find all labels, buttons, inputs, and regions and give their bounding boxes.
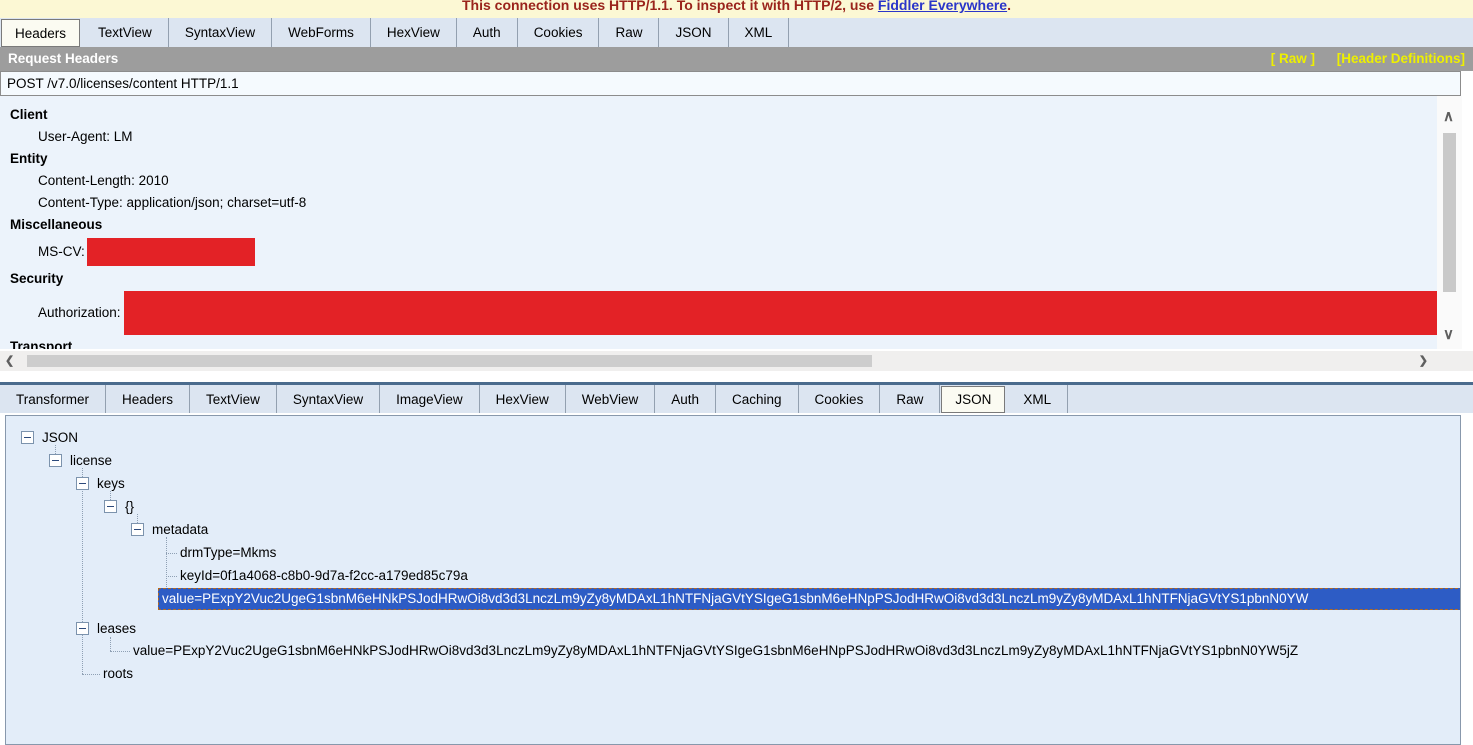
response-tab-xml[interactable]: XML [1007, 385, 1068, 413]
collapse-icon[interactable] [76, 622, 89, 635]
header-section-transport: Transport [0, 336, 1437, 349]
request-headers-title: Request Headers [8, 51, 118, 66]
tree-node-roots[interactable]: roots [103, 663, 133, 685]
request-line[interactable]: POST /v7.0/licenses/content HTTP/1.1 [0, 71, 1461, 96]
collapse-icon[interactable] [76, 477, 89, 490]
request-headers-titlebar: Request Headers [ Raw ] [Header Definiti… [0, 47, 1473, 71]
response-tab-transformer[interactable]: Transformer [0, 385, 106, 413]
vertical-scrollbar-thumb[interactable] [1443, 133, 1456, 292]
tree-connector-line [82, 468, 83, 477]
scroll-up-icon[interactable]: ∧ [1443, 110, 1454, 124]
request-headers-list: Client User-Agent: LM Entity Content-Len… [0, 96, 1437, 349]
notice-text-suffix: . [1007, 0, 1011, 13]
request-tab-hexview[interactable]: HexView [371, 18, 457, 47]
tree-node-metadata[interactable]: metadata [152, 519, 208, 541]
tree-connector-stub [110, 651, 130, 652]
collapse-icon[interactable] [49, 454, 62, 467]
request-tab-syntaxview[interactable]: SyntaxView [169, 18, 272, 47]
notice-text: This connection uses HTTP/1.1. To inspec… [462, 0, 878, 13]
response-tab-syntaxview[interactable]: SyntaxView [277, 385, 380, 413]
response-tab-hexview[interactable]: HexView [480, 385, 566, 413]
header-section-entity: Entity [0, 148, 1437, 170]
tree-node-drmtype[interactable]: drmType=Mkms [180, 542, 276, 564]
tree-node-lease-value[interactable]: value=PExpY2Vuc2UgeG1sbnM6eHNkPSJodHRwOi… [133, 640, 1298, 662]
response-tab-json[interactable]: JSON [941, 386, 1005, 413]
header-definitions-link[interactable]: [Header Definitions] [1337, 51, 1465, 66]
tree-connector-line [110, 491, 111, 500]
request-tab-cookies[interactable]: Cookies [518, 18, 600, 47]
request-tab-json[interactable]: JSON [659, 18, 728, 47]
tree-node-object[interactable]: {} [125, 496, 134, 518]
ms-cv-label: MS-CV: [38, 241, 85, 263]
header-item-user-agent: User-Agent: LM [0, 126, 1437, 148]
response-inspector-tabbar: Transformer Headers TextView SyntaxView … [0, 382, 1473, 413]
json-tree-panel: JSON license keys {} metadata drmType=Mk… [5, 415, 1461, 745]
response-tab-imageview[interactable]: ImageView [380, 385, 480, 413]
header-item-content-type: Content-Type: application/json; charset=… [0, 192, 1437, 214]
request-tab-textview[interactable]: TextView [82, 18, 169, 47]
header-item-ms-cv: MS-CV: [0, 236, 1437, 268]
response-tab-auth[interactable]: Auth [655, 385, 716, 413]
tree-connector-line [137, 514, 138, 523]
redacted-authorization-value [124, 291, 1437, 335]
header-section-security: Security [0, 268, 1437, 290]
collapse-icon[interactable] [104, 500, 117, 513]
tree-node-key-value-selected[interactable]: value=PExpY2Vuc2UgeG1sbnM6eHNkPSJodHRwOi… [158, 588, 1461, 610]
tree-connector-line [82, 491, 83, 674]
header-item-content-length: Content-Length: 2010 [0, 170, 1437, 192]
tree-connector-stub [166, 576, 177, 577]
tree-node-leases[interactable]: leases [97, 618, 136, 640]
tree-connector-line [110, 637, 111, 651]
response-tab-textview[interactable]: TextView [190, 385, 277, 413]
response-tab-raw[interactable]: Raw [880, 385, 940, 413]
response-tab-cookies[interactable]: Cookies [799, 385, 881, 413]
fiddler-everywhere-link[interactable]: Fiddler Everywhere [878, 0, 1007, 13]
tree-node-keyid[interactable]: keyId=0f1a4068-c8b0-9d7a-f2cc-a179ed85c7… [180, 565, 468, 587]
request-tab-raw[interactable]: Raw [599, 18, 659, 47]
request-tab-webforms[interactable]: WebForms [272, 18, 371, 47]
horizontal-scrollbar-thumb[interactable] [27, 355, 872, 367]
request-tab-headers[interactable]: Headers [1, 19, 80, 47]
raw-link[interactable]: [ Raw ] [1271, 51, 1315, 66]
collapse-icon[interactable] [131, 523, 144, 536]
request-tab-auth[interactable]: Auth [457, 18, 518, 47]
response-tab-headers[interactable]: Headers [106, 385, 190, 413]
tree-node-json[interactable]: JSON [42, 427, 78, 449]
response-tab-caching[interactable]: Caching [716, 385, 799, 413]
tree-connector-stub [82, 674, 100, 675]
request-tab-xml[interactable]: XML [729, 18, 790, 47]
scroll-down-icon[interactable]: ∨ [1443, 328, 1454, 342]
tree-connector-line [55, 445, 56, 454]
fiddler-inspector-window: This connection uses HTTP/1.1. To inspec… [0, 0, 1473, 745]
header-section-client: Client [0, 104, 1437, 126]
collapse-icon[interactable] [21, 431, 34, 444]
headers-horizontal-scrollbar[interactable]: ❮ ❯ [0, 351, 1473, 371]
tree-node-license[interactable]: license [70, 450, 112, 472]
scroll-left-icon[interactable]: ❮ [5, 354, 14, 368]
authorization-label: Authorization: [38, 302, 121, 324]
header-section-miscellaneous: Miscellaneous [0, 214, 1437, 236]
notice-bar: This connection uses HTTP/1.1. To inspec… [0, 0, 1473, 18]
scroll-right-icon[interactable]: ❯ [1419, 354, 1428, 368]
headers-vertical-scrollbar[interactable]: ∧ ∨ [1437, 96, 1462, 349]
request-inspector-tabbar: Headers TextView SyntaxView WebForms Hex… [0, 18, 1473, 47]
tree-connector-stub [166, 553, 177, 554]
header-item-authorization: Authorization: [0, 290, 1437, 336]
response-tab-webview[interactable]: WebView [566, 385, 656, 413]
redacted-ms-cv-value [87, 238, 255, 266]
